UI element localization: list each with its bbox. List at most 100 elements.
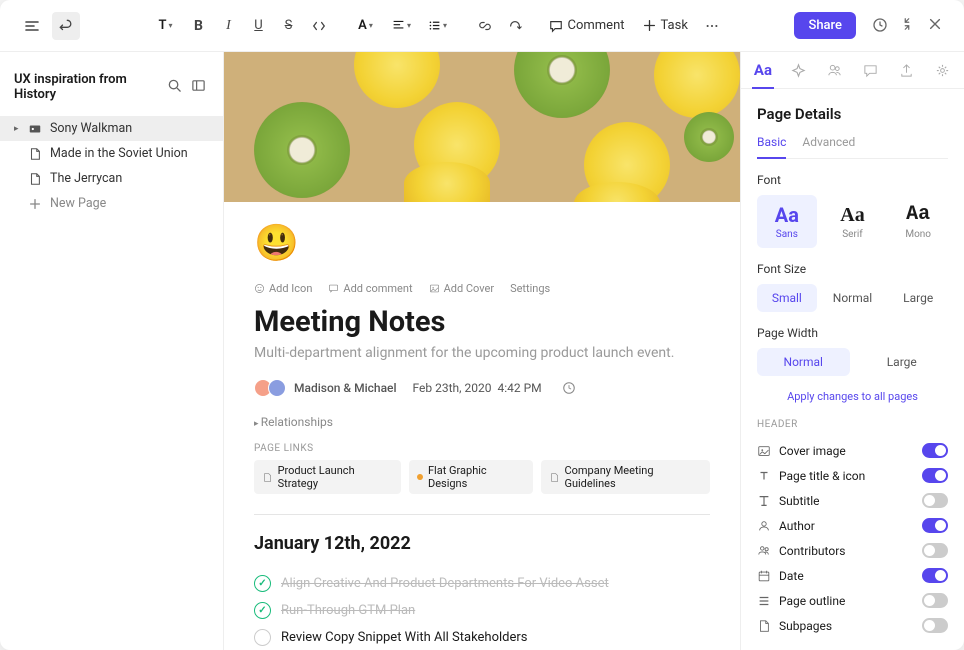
toggle-switch[interactable] [922,443,948,458]
pagelink[interactable]: Product Launch Strategy [254,460,401,494]
pagelink[interactable]: Flat Graphic Designs [409,460,533,494]
todo-checkbox[interactable] [254,629,271,646]
pagelinks-label: PAGE LINKS [254,443,710,454]
tab-people[interactable] [817,52,853,88]
sidebar-title: UX inspiration from History [14,72,159,102]
todo-checkbox[interactable] [254,575,271,592]
todo-text[interactable]: Align Creative And Product Departments F… [281,576,609,591]
fontsize-option-large[interactable]: Large [888,284,948,312]
toolbar: T▾ B I U S A▾ ▾ ▾ Comment Task Share [0,0,964,52]
font-option-sans[interactable]: AaSans [757,195,817,248]
sidebar-item[interactable]: The Jerrycan [0,166,223,191]
pagewidth-option-large[interactable]: Large [856,348,949,376]
search-icon[interactable] [167,78,185,96]
tab-ai[interactable] [781,52,817,88]
toggle-row: Page title & icon [757,463,948,488]
toggle-label: Author [779,519,914,533]
align-dropdown[interactable]: ▾ [385,12,419,40]
date-heading[interactable]: January 12th, 2022 [254,533,710,554]
italic-button[interactable]: I [215,12,243,40]
menu-toggle-button[interactable] [18,12,46,40]
collapse-icon[interactable] [900,17,918,35]
new-page-button[interactable]: New Page [0,191,223,216]
text-color-dropdown[interactable]: A▾ [349,12,383,40]
tab-comments[interactable] [852,52,888,88]
clock-icon [562,381,576,395]
pagelink[interactable]: Company Meeting Guidelines [541,460,710,494]
page-date: Feb 23th, 2020 [413,381,492,395]
underline-button[interactable]: U [245,12,273,40]
text-style-dropdown[interactable]: T▾ [149,12,183,40]
dot-icon [417,474,423,480]
pagelink-label: Product Launch Strategy [278,464,394,490]
page-subtitle[interactable]: Multi-department alignment for the upcom… [254,345,710,361]
add-comment-button[interactable]: Add comment [328,282,412,295]
list-dropdown[interactable]: ▾ [421,12,455,40]
todo-list: Align Creative And Product Departments F… [254,570,710,650]
details-panel: Aa Page Details Basic Advanced Font AaSa… [740,52,964,650]
toggle-switch[interactable] [922,518,948,533]
panel-subtabs: Basic Advanced [757,135,948,159]
share-button[interactable]: Share [794,12,856,39]
toggle-switch[interactable] [922,543,948,558]
todo-checkbox[interactable] [254,602,271,619]
sidebar-item[interactable]: Made in the Soviet Union [0,141,223,166]
more-button[interactable] [698,12,726,40]
toggle-switch[interactable] [922,593,948,608]
pagewidth-option-normal[interactable]: Normal [757,348,850,376]
relationships-toggle[interactable]: Relationships [254,409,710,435]
add-icon-button[interactable]: Add Icon [254,282,312,295]
author-avatars[interactable] [254,379,286,397]
cover-image[interactable] [224,52,740,202]
bold-button[interactable]: B [185,12,213,40]
comment-button[interactable]: Comment [541,14,633,37]
todo-item: Align Creative And Product Departments F… [254,570,710,597]
fontsize-option-normal[interactable]: Normal [823,284,883,312]
strikethrough-button[interactable]: S [275,12,303,40]
history-icon[interactable] [872,17,890,35]
link-button[interactable] [471,12,499,40]
toggle-row: Contributors [757,538,948,563]
page-width-picker: NormalLarge [757,348,948,376]
main-content: 😃 Add Icon Add comment Add Cover Setting… [224,52,740,650]
sidebar-item[interactable]: Sony Walkman [0,116,223,141]
tab-settings[interactable] [924,52,960,88]
undo-arc-button[interactable] [501,12,529,40]
panel-toggle-icon[interactable] [191,78,209,96]
todo-text[interactable]: Run-Through GTM Plan [281,603,415,618]
tab-text[interactable]: Aa [745,52,781,88]
sidebar: UX inspiration from History Sony Walkman… [0,52,224,650]
todo-text[interactable]: Review Copy Snippet With All Stakeholder… [281,630,528,645]
apply-all-link[interactable]: Apply changes to all pages [757,390,948,403]
page-settings-button[interactable]: Settings [510,282,550,295]
toggle-switch[interactable] [922,568,948,583]
close-icon[interactable] [928,17,946,35]
subtab-basic[interactable]: Basic [757,135,786,159]
toggle-row: Cover image [757,438,948,463]
page-title[interactable]: Meeting Notes [254,305,710,339]
toggle-label: Contributors [779,544,914,558]
subtab-advanced[interactable]: Advanced [802,135,855,158]
task-button[interactable]: Task [635,14,696,37]
fontsize-option-small[interactable]: Small [757,284,817,312]
font-section-label: Font [757,173,948,187]
font-option-mono[interactable]: AaMono [888,195,948,248]
code-button[interactable] [305,12,333,40]
toggle-switch[interactable] [922,618,948,633]
pagewidth-section-label: Page Width [757,326,948,340]
undo-button[interactable] [52,12,80,40]
list-icon [757,594,771,608]
user-icon [757,519,771,533]
sidebar-item-label: Sony Walkman [50,121,132,136]
page-actions: Add Icon Add comment Add Cover Settings [254,282,710,295]
toggle-row: Subtitle [757,488,948,513]
sidebar-item-label: The Jerrycan [50,171,122,186]
tab-export[interactable] [888,52,924,88]
toggle-label: Date [779,569,914,583]
add-cover-button[interactable]: Add Cover [429,282,494,295]
toggle-switch[interactable] [922,468,948,483]
users-icon [757,544,771,558]
font-option-serif[interactable]: AaSerif [823,195,883,248]
page-emoji[interactable]: 😃 [254,222,710,264]
toggle-switch[interactable] [922,493,948,508]
